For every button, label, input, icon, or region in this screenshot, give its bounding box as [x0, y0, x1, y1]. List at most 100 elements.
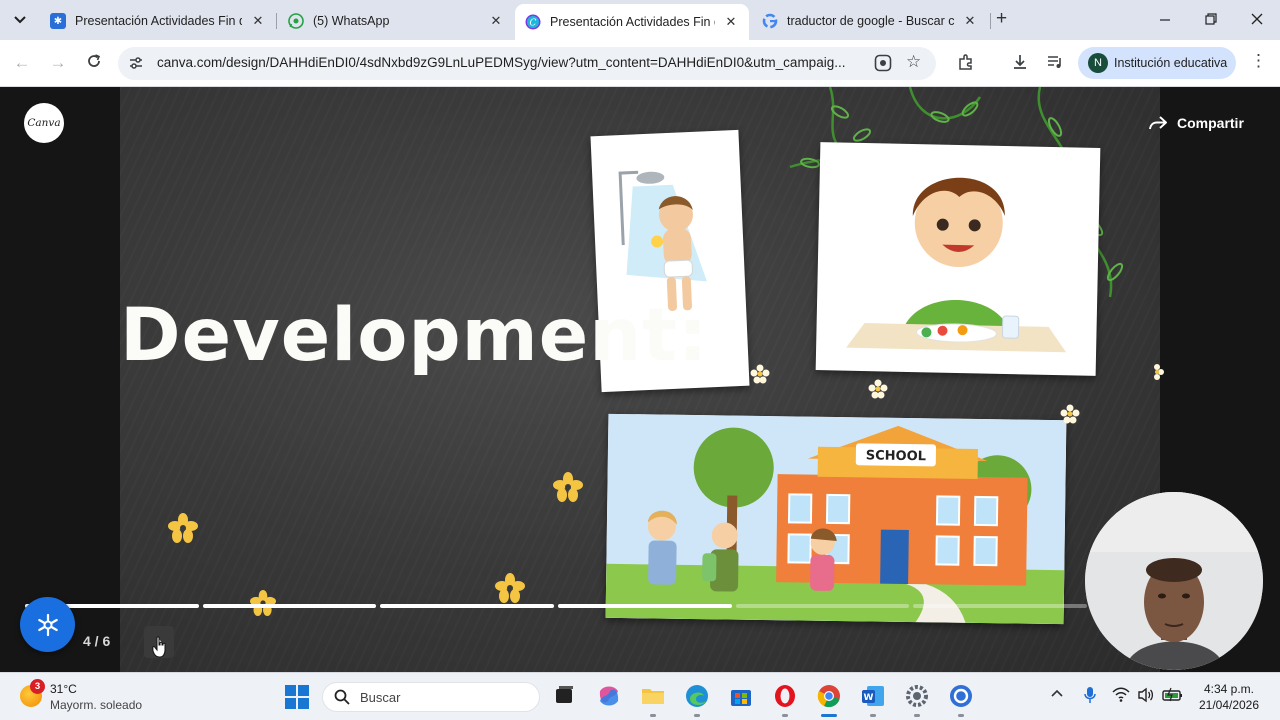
profile-name: Institución educativa: [1114, 56, 1228, 70]
flower-decoration-icon: [495, 573, 525, 603]
weather-condition: Mayorm. soleado: [50, 698, 143, 712]
slide-title: Development:: [120, 293, 709, 378]
running-indicator: [782, 714, 788, 717]
new-tab-icon[interactable]: +: [996, 9, 1007, 28]
edge-icon[interactable]: [684, 683, 710, 709]
download-icon[interactable]: [1010, 53, 1030, 73]
progress-segment[interactable]: [913, 604, 1088, 608]
address-bar[interactable]: canva.com/design/DAHHdiEnDI0/4sdNxbd9zG9…: [118, 47, 936, 80]
minimize-icon[interactable]: [1155, 10, 1175, 30]
tab-title: (5) WhatsApp: [313, 14, 390, 28]
close-tab-icon[interactable]: ✕: [962, 13, 978, 29]
close-tab-icon[interactable]: ✕: [723, 14, 739, 30]
snowflake-settings-icon: [37, 613, 58, 636]
battery-charging-icon[interactable]: [1162, 687, 1184, 703]
running-indicator: [958, 714, 964, 717]
show-hidden-icons-chevron-icon[interactable]: [1050, 687, 1064, 701]
tab-traductor[interactable]: traductor de google - Buscar c ✕: [752, 6, 988, 36]
share-arrow-icon: [1149, 116, 1167, 130]
flower-decoration-icon: [750, 364, 770, 384]
file-explorer-icon[interactable]: [640, 683, 666, 709]
running-indicator: [914, 714, 920, 717]
tab-whatsapp[interactable]: (5) WhatsApp ✕: [278, 6, 514, 36]
presentation-viewer: Canva Compartir Development: SCHOOL 4 / …: [0, 87, 1280, 672]
media-control-icon[interactable]: [1045, 53, 1065, 73]
tab-presentacion-active[interactable]: C Presentación Actividades Fin de ✕: [515, 4, 749, 40]
flower-decoration-icon: [1154, 364, 1164, 380]
school-sign-text: SCHOOL: [866, 448, 926, 464]
copilot-icon[interactable]: [596, 683, 622, 709]
canva-logo[interactable]: Canva: [24, 103, 64, 143]
bookmark-star-icon[interactable]: ☆: [906, 52, 921, 72]
tab-title: Presentación Actividades Fin de: [550, 15, 715, 29]
tab-strip: ✱ Presentación Actividades Fin de ✕ (5) …: [0, 0, 1280, 40]
url-text[interactable]: canva.com/design/DAHHdiEnDI0/4sdNxbd9zG9…: [157, 55, 862, 70]
canva-settings-icon: ✱: [50, 13, 66, 29]
close-tab-icon[interactable]: ✕: [488, 13, 504, 29]
wifi-icon[interactable]: [1112, 687, 1130, 703]
reload-icon[interactable]: [83, 53, 105, 74]
presenter-settings-button[interactable]: [20, 597, 75, 652]
start-menu-icon[interactable]: [285, 685, 309, 709]
whatsapp-icon: [288, 13, 304, 29]
svg-text:W: W: [864, 693, 874, 703]
weather-widget[interactable]: 3 31°C Mayorm. soleado: [20, 679, 170, 713]
microphone-icon[interactable]: [1084, 686, 1096, 704]
extensions-icon[interactable]: [956, 53, 976, 73]
running-indicator: [870, 714, 876, 717]
page-indicator: 4 / 6: [83, 633, 111, 649]
webcam-overlay[interactable]: [1085, 492, 1263, 670]
canva-icon: C: [525, 14, 541, 30]
settings-gear-icon[interactable]: [904, 683, 930, 709]
restore-icon[interactable]: [1201, 10, 1221, 30]
school-image: SCHOOL: [605, 413, 1067, 625]
progress-segment[interactable]: [558, 604, 732, 608]
flower-decoration-icon: [1060, 404, 1080, 424]
share-button[interactable]: Compartir: [1148, 115, 1244, 131]
search-placeholder: Buscar: [360, 690, 401, 705]
opera-icon[interactable]: [772, 683, 798, 709]
chrome-icon[interactable]: [816, 683, 842, 709]
progress-segment[interactable]: [202, 604, 377, 608]
close-tab-icon[interactable]: ✕: [250, 13, 266, 29]
boy-eating-image: [815, 142, 1101, 376]
flower-decoration-icon: [168, 513, 198, 543]
flower-decoration-icon: [250, 590, 276, 616]
microsoft-store-icon[interactable]: [728, 683, 754, 709]
running-indicator: [694, 714, 700, 717]
running-indicator: [650, 714, 656, 717]
back-icon[interactable]: ←: [11, 53, 33, 73]
tab-title: traductor de google - Buscar c: [787, 14, 954, 28]
clock-time: 4:34 p.m.: [1203, 682, 1255, 696]
tab-search-chevron-icon[interactable]: [8, 8, 32, 32]
progress-segment[interactable]: [735, 604, 910, 608]
search-icon: [334, 689, 350, 705]
profile-chip[interactable]: N Institución educativa: [1078, 47, 1236, 79]
forward-icon[interactable]: →: [47, 53, 69, 73]
system-clock[interactable]: 4:34 p.m. 21/04/2026: [1196, 681, 1262, 713]
clock-date: 21/04/2026: [1198, 698, 1260, 712]
more-menu-icon[interactable]: ⋮: [1250, 51, 1267, 71]
slide-progress-bar[interactable]: [25, 604, 1088, 608]
google-lens-icon[interactable]: [874, 54, 892, 72]
temperature: 31°C: [50, 682, 77, 696]
task-view-icon[interactable]: [551, 683, 577, 709]
notification-badge: 3: [30, 679, 45, 694]
active-app-indicator: [821, 714, 837, 717]
tab-presentacion-1[interactable]: ✱ Presentación Actividades Fin de ✕: [40, 6, 276, 36]
windows-taskbar: 3 31°C Mayorm. soleado Buscar W 4:34 p.m…: [0, 672, 1280, 720]
volume-icon[interactable]: [1137, 687, 1155, 703]
blue-app-icon[interactable]: [948, 683, 974, 709]
browser-toolbar: ← → canva.com/design/DAHHdiEnDI0/4sdNxbd…: [0, 40, 1280, 87]
close-window-icon[interactable]: [1247, 10, 1267, 30]
google-icon: [762, 13, 778, 29]
flower-decoration-icon: [868, 379, 888, 399]
tab-title: Presentación Actividades Fin de: [75, 14, 242, 28]
site-info-icon[interactable]: [128, 55, 144, 71]
share-label: Compartir: [1177, 115, 1244, 131]
avatar: N: [1088, 53, 1108, 73]
taskbar-search-box[interactable]: Buscar: [322, 682, 540, 712]
progress-segment[interactable]: [380, 604, 555, 608]
word-icon[interactable]: W: [860, 683, 886, 709]
hand-cursor-icon: [152, 636, 166, 658]
